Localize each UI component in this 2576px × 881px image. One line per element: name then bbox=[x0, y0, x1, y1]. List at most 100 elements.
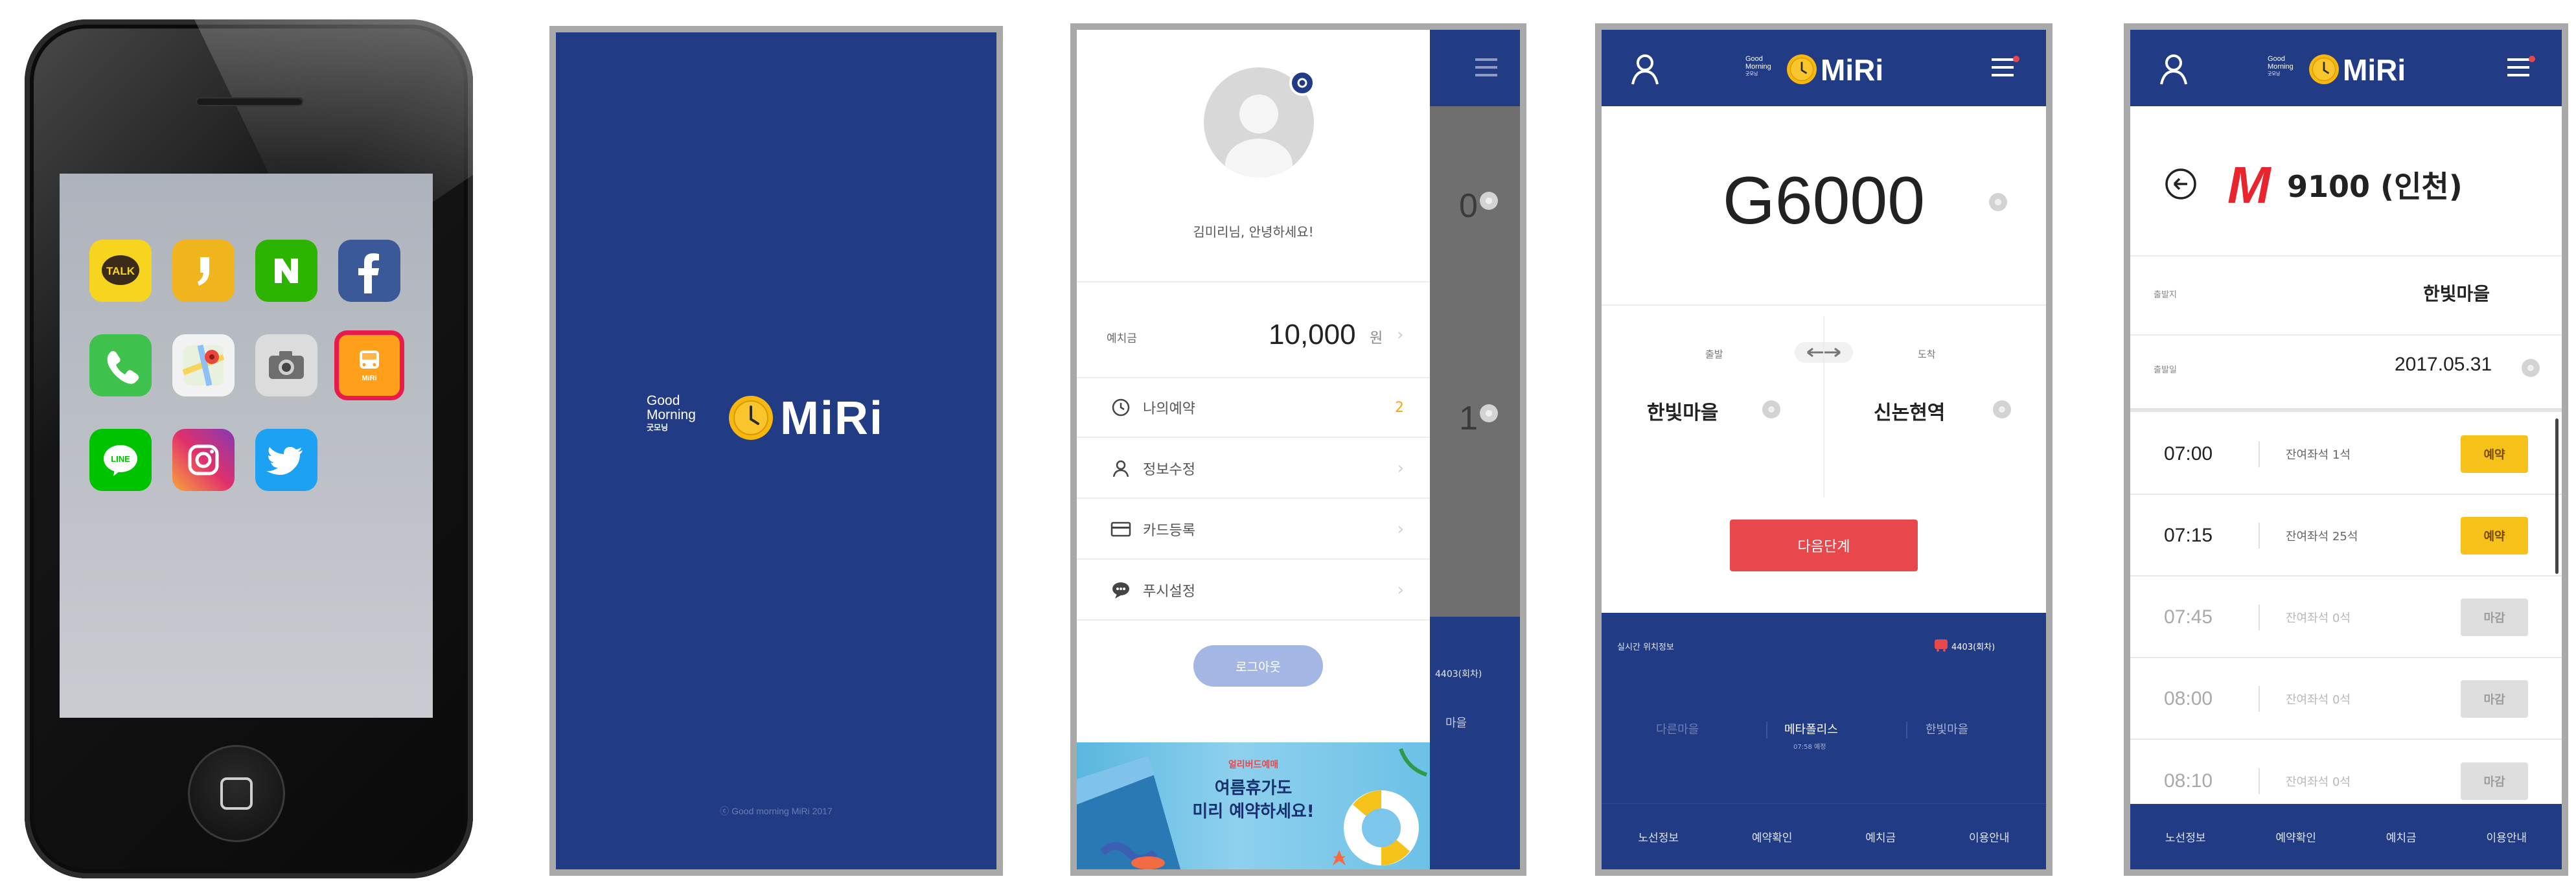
scrollbar[interactable] bbox=[2555, 418, 2559, 574]
tab-route-info[interactable]: 노선정보 bbox=[1638, 829, 1679, 845]
logo-morning-text: Morning bbox=[1745, 63, 1771, 71]
logo-good-text: Good bbox=[2268, 55, 2285, 63]
menu-item-my-reservation[interactable]: 나의예약 2 bbox=[1077, 378, 1430, 438]
home-button-glyph bbox=[220, 777, 253, 810]
seat-count: 잔여좌석 25석 bbox=[2286, 530, 2358, 543]
promo-banner[interactable]: 얼리버드예매 여름휴가도 미리 예약하세요! bbox=[1077, 742, 1430, 869]
logout-button[interactable]: 로그아웃 bbox=[1193, 645, 1323, 687]
tab-guide[interactable]: 이용안내 bbox=[2487, 829, 2527, 845]
miri-app-icon[interactable]: MiRi bbox=[334, 330, 404, 400]
underlying-bus-code: 4403(회차) bbox=[1435, 669, 1482, 680]
logo-morning-text: Morning bbox=[647, 407, 696, 422]
logo-miri-text: MiRi bbox=[2343, 53, 2406, 87]
instagram-app-icon[interactable] bbox=[172, 429, 235, 491]
divider bbox=[1077, 281, 1430, 282]
menu-item-label: 푸시설정 bbox=[1143, 584, 1195, 600]
menu-burger-icon[interactable] bbox=[1992, 56, 2020, 79]
menu-burger-icon[interactable] bbox=[2507, 56, 2536, 79]
avatar-edit-icon[interactable] bbox=[1289, 70, 1315, 96]
departure-time: 08:00 bbox=[2130, 686, 2260, 712]
bus-number: G6000 bbox=[1722, 163, 1926, 238]
live-bus-panel: 실시간 위치정보 4403(회차) 다른마을 메타폴리스 07:58 예정 한빛… bbox=[1602, 613, 2046, 807]
banner-headline: 여름휴가도 bbox=[1214, 779, 1293, 798]
origin-value[interactable]: 한빛마을 bbox=[1647, 396, 1718, 425]
card-icon bbox=[1107, 520, 1135, 538]
app-header: Good Morning 굿모닝 MiRi bbox=[2130, 30, 2562, 106]
stop-eta: 07:58 예정 bbox=[1793, 744, 1826, 751]
tab-guide[interactable]: 이용안내 bbox=[1969, 829, 2010, 845]
info-icon[interactable] bbox=[1762, 400, 1780, 418]
info-icon[interactable] bbox=[2522, 359, 2540, 377]
bus-icon bbox=[1935, 639, 1948, 652]
balance-value: 10,000 bbox=[1269, 319, 1356, 350]
reserve-button[interactable]: 예약 bbox=[2461, 435, 2528, 473]
tab-deposit[interactable]: 예치금 bbox=[1865, 829, 1896, 845]
maps-app-icon[interactable] bbox=[172, 334, 235, 396]
phone-app-icon[interactable] bbox=[89, 334, 152, 396]
stop-previous: 다른마을 bbox=[1656, 723, 1699, 737]
back-arrow-icon[interactable] bbox=[2164, 167, 2198, 201]
schedule-screen: Good Morning 굿모닝 MiRi M 9100 (인천) 출발지 한빛… bbox=[2124, 23, 2568, 876]
clock-logo-icon bbox=[729, 396, 773, 440]
m-bus-logo: M bbox=[2227, 156, 2271, 214]
stop-separator bbox=[1766, 722, 1767, 738]
twitter-app-icon[interactable] bbox=[255, 429, 317, 491]
seat-count: 잔여좌석 0석 bbox=[2286, 693, 2351, 707]
underlying-stop: 마을 bbox=[1445, 716, 1467, 730]
svg-text:TALK: TALK bbox=[106, 265, 135, 277]
divider bbox=[2130, 255, 2562, 257]
chat-icon bbox=[1107, 580, 1135, 600]
seat-count: 잔여좌석 0석 bbox=[2286, 775, 2351, 789]
facebook-app-icon[interactable] bbox=[338, 240, 400, 302]
header-logo: Good Morning 굿모닝 MiRi bbox=[1745, 49, 1914, 91]
svg-text:MiRi: MiRi bbox=[362, 374, 376, 382]
side-menu-screen: 0 1 4403(회차) 마을 김미리님, 안녕하세요! 예치금 10,000 … bbox=[1070, 23, 1526, 876]
closed-button: 마감 bbox=[2461, 599, 2528, 636]
tab-route-info[interactable]: 노선정보 bbox=[2165, 829, 2206, 845]
menu-burger-icon bbox=[1475, 58, 1497, 76]
info-icon[interactable] bbox=[1989, 193, 2007, 211]
tab-reservation-check[interactable]: 예약확인 bbox=[2275, 829, 2316, 845]
header-logo: Good Morning 굿모닝 MiRi bbox=[2268, 49, 2436, 91]
destination-value[interactable]: 신논현역 bbox=[1874, 396, 1945, 425]
next-step-button[interactable]: 다음단계 bbox=[1730, 520, 1918, 571]
banner-eyebrow-text: 얼리버드예매 bbox=[1228, 760, 1279, 770]
schedule-row: 07:45 잔여좌석 0석 마감 bbox=[2130, 578, 2562, 658]
menu-item-edit-profile[interactable]: 정보수정 › bbox=[1077, 439, 1430, 499]
date-value[interactable]: 2017.05.31 bbox=[2395, 354, 2492, 376]
departure-time: 07:15 bbox=[2130, 523, 2260, 549]
info-icon[interactable] bbox=[1993, 400, 2011, 418]
banner-headline: 미리 예약하세요! bbox=[1192, 802, 1315, 821]
user-icon[interactable] bbox=[1630, 53, 1660, 86]
tab-deposit[interactable]: 예치금 bbox=[2386, 829, 2417, 845]
kakaostory-app-icon[interactable] bbox=[172, 240, 235, 302]
chevron-right-icon: › bbox=[1397, 520, 1404, 539]
svg-text:LINE: LINE bbox=[111, 454, 130, 464]
greeting-text: 김미리님, 안녕하세요! bbox=[1193, 224, 1314, 240]
divider bbox=[1823, 316, 1824, 498]
tab-reservation-check[interactable]: 예약확인 bbox=[1752, 829, 1793, 845]
clock-logo-icon bbox=[1787, 54, 1817, 84]
chevron-right-icon[interactable]: › bbox=[1397, 325, 1403, 345]
camera-app-icon[interactable] bbox=[255, 334, 317, 396]
clock-icon bbox=[1107, 398, 1135, 417]
user-icon[interactable] bbox=[2159, 53, 2189, 86]
copyright-text: ⓒ Good morning MiRi 2017 bbox=[720, 806, 833, 816]
menu-item-card-registration[interactable]: 카드등록 › bbox=[1077, 500, 1430, 560]
menu-item-push-settings[interactable]: 푸시설정 › bbox=[1077, 561, 1430, 621]
stop-next: 한빛마을 bbox=[1926, 723, 1969, 737]
closed-button: 마감 bbox=[2461, 680, 2528, 718]
underlying-header bbox=[1430, 30, 1520, 106]
reserve-button[interactable]: 예약 bbox=[2461, 517, 2528, 555]
underlying-info-icon bbox=[1480, 404, 1498, 422]
side-menu-panel: 김미리님, 안녕하세요! 예치금 10,000 원 › 나의예약 2 정보수정 … bbox=[1077, 30, 1430, 869]
departure-label: 출발지 bbox=[2154, 290, 2177, 300]
live-label: 실시간 위치정보 bbox=[1617, 643, 1674, 652]
line-app-icon[interactable]: LINE bbox=[89, 429, 152, 491]
menu-item-label: 정보수정 bbox=[1143, 462, 1195, 478]
naver-app-icon[interactable] bbox=[255, 240, 317, 302]
kakaotalk-app-icon[interactable]: TALK bbox=[89, 240, 152, 302]
logo-sub-text: 굿모닝 bbox=[2268, 72, 2281, 76]
seat-count: 잔여좌석 1석 bbox=[2286, 448, 2351, 462]
home-screen: TALK MiRi LINE bbox=[60, 174, 433, 718]
